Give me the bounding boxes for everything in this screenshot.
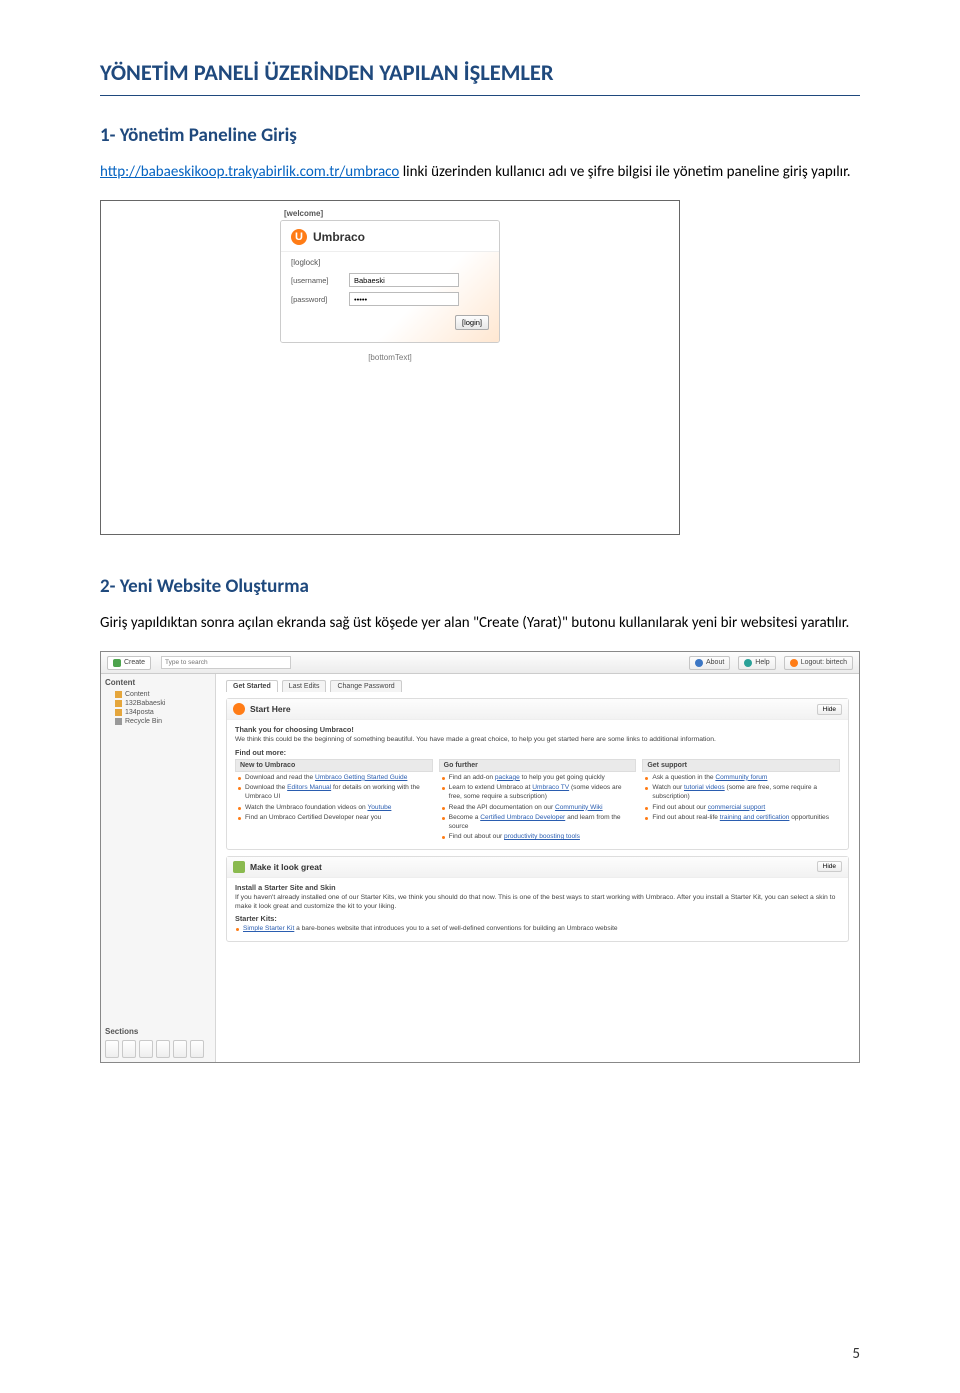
list-item: Simple Starter Kit a bare-bones website … bbox=[235, 925, 840, 934]
login-button[interactable]: [login] bbox=[455, 315, 489, 330]
section-2-heading: 2- Yeni Website Oluşturma bbox=[100, 575, 860, 598]
thank-you-text: We think this could be the beginning of … bbox=[235, 736, 840, 745]
bin-icon bbox=[115, 718, 122, 725]
password-input[interactable] bbox=[349, 292, 459, 306]
hide-button[interactable]: Hide bbox=[817, 861, 842, 872]
section-icon[interactable] bbox=[173, 1040, 187, 1058]
username-input[interactable] bbox=[349, 273, 459, 287]
list-item: Download the Editors Manual for details … bbox=[237, 784, 431, 801]
start-here-panel: Start Here Hide Thank you for choosing U… bbox=[226, 698, 849, 850]
folder-icon bbox=[115, 691, 122, 698]
panel-url-link[interactable]: http://babaeskikoop.trakyabirlik.com.tr/… bbox=[100, 163, 399, 181]
col-go-further: Go further Find an add-on package to hel… bbox=[439, 759, 637, 844]
section-1-heading: 1- Yönetim Paneline Giriş bbox=[100, 124, 860, 147]
tab-get-started[interactable]: Get Started bbox=[226, 680, 278, 692]
login-card: U Umbraco [loglock] [username] [password… bbox=[280, 220, 500, 343]
list-item: Find out about our productivity boosting… bbox=[441, 833, 635, 842]
login-loglock: [loglock] bbox=[291, 258, 489, 267]
document-page: YÖNETİM PANELİ ÜZERİNDEN YAPILAN İŞLEMLE… bbox=[0, 0, 960, 1393]
section-1-rest: linki üzerinden kullanıcı adı ve şifre b… bbox=[399, 163, 850, 181]
list-item: Learn to extend Umbraco at Umbraco TV (s… bbox=[441, 784, 635, 801]
col-get-support: Get support Ask a question in the Commun… bbox=[642, 759, 840, 844]
col-heading: Get support bbox=[642, 759, 840, 772]
search-container bbox=[161, 656, 681, 669]
panel-title: Make it look great bbox=[250, 862, 812, 872]
folder-icon bbox=[115, 700, 122, 707]
dashboard-screenshot: Create About Help Logout: birtech Conten… bbox=[100, 651, 860, 1063]
list-item: Find out about real-life training and ce… bbox=[644, 814, 838, 823]
list-item: Find out about our commercial support bbox=[644, 804, 838, 813]
find-out-more: Find out more: bbox=[235, 748, 840, 757]
logout-button[interactable]: Logout: birtech bbox=[784, 656, 853, 670]
dashboard-main: Get Started Last Edits Change Password S… bbox=[216, 674, 859, 1062]
tab-change-password[interactable]: Change Password bbox=[330, 680, 401, 692]
umbraco-brand: Umbraco bbox=[313, 230, 365, 244]
create-button[interactable]: Create bbox=[107, 656, 151, 670]
tabs: Get Started Last Edits Change Password bbox=[226, 680, 849, 692]
umbraco-logo-icon: U bbox=[291, 229, 307, 245]
thank-you-heading: Thank you for choosing Umbraco! bbox=[235, 725, 840, 734]
tree-item[interactable]: 132Babaeski bbox=[105, 699, 211, 708]
tab-last-edits[interactable]: Last Edits bbox=[282, 680, 327, 692]
help-icon bbox=[744, 659, 752, 667]
section-icon[interactable] bbox=[139, 1040, 153, 1058]
section-icon[interactable] bbox=[156, 1040, 170, 1058]
col-heading: New to Umbraco bbox=[235, 759, 433, 772]
list-item: Download and read the Umbraco Getting St… bbox=[237, 774, 431, 783]
panel-title: Start Here bbox=[250, 704, 812, 714]
section-1-paragraph: http://babaeskikoop.trakyabirlik.com.tr/… bbox=[100, 159, 860, 186]
help-button[interactable]: Help bbox=[738, 656, 775, 670]
about-icon bbox=[695, 659, 703, 667]
list-item: Find an add-on package to help you get g… bbox=[441, 774, 635, 783]
tree-root[interactable]: Content bbox=[105, 690, 211, 699]
umbraco-icon bbox=[233, 703, 245, 715]
username-label: [username] bbox=[291, 276, 345, 285]
logout-icon bbox=[790, 659, 798, 667]
dashboard-toolbar: Create About Help Logout: birtech bbox=[101, 652, 859, 674]
document-title: YÖNETİM PANELİ ÜZERİNDEN YAPILAN İŞLEMLE… bbox=[100, 60, 860, 96]
content-tree: Content 132Babaeski 134posta Recycle Bin bbox=[105, 690, 211, 1023]
section-icon[interactable] bbox=[122, 1040, 136, 1058]
sidebar-sections: Sections bbox=[105, 1023, 211, 1058]
section-2-paragraph: Giriş yapıldıktan sonra açılan ekranda s… bbox=[100, 610, 860, 637]
make-it-look-great-panel: Make it look great Hide Install a Starte… bbox=[226, 856, 849, 942]
folder-icon bbox=[115, 709, 122, 716]
col-new-to-umbraco: New to Umbraco Download and read the Umb… bbox=[235, 759, 433, 844]
search-input[interactable] bbox=[161, 656, 291, 669]
tree-recycle-bin[interactable]: Recycle Bin bbox=[105, 717, 211, 726]
starter-kits-heading: Starter Kits: bbox=[235, 914, 840, 923]
list-item: Watch our tutorial videos (some are free… bbox=[644, 784, 838, 801]
list-item: Become a Certified Umbraco Developer and… bbox=[441, 814, 635, 831]
login-header: U Umbraco bbox=[281, 221, 499, 252]
tree-item[interactable]: 134posta bbox=[105, 708, 211, 717]
login-bottom-text: [bottomText] bbox=[280, 353, 500, 362]
list-item: Read the API documentation on our Commun… bbox=[441, 804, 635, 813]
install-starter-text: If you haven't already installed one of … bbox=[235, 894, 840, 912]
install-starter-heading: Install a Starter Site and Skin bbox=[235, 883, 840, 892]
sections-heading: Sections bbox=[105, 1027, 211, 1036]
password-label: [password] bbox=[291, 295, 345, 304]
col-heading: Go further bbox=[439, 759, 637, 772]
about-button[interactable]: About bbox=[689, 656, 730, 670]
login-screenshot: [welcome] U Umbraco [loglock] [username]… bbox=[100, 200, 680, 535]
sidebar: Content Content 132Babaeski 134posta Rec… bbox=[101, 674, 216, 1062]
plus-icon bbox=[113, 659, 121, 667]
section-icon[interactable] bbox=[105, 1040, 119, 1058]
section-icon[interactable] bbox=[190, 1040, 204, 1058]
hide-button[interactable]: Hide bbox=[817, 704, 842, 715]
list-item: Watch the Umbraco foundation videos on Y… bbox=[237, 804, 431, 813]
page-number: 5 bbox=[852, 1345, 860, 1363]
list-item: Ask a question in the Community forum bbox=[644, 774, 838, 783]
create-label: Create bbox=[124, 659, 145, 666]
sidebar-section-heading: Content bbox=[105, 678, 211, 687]
list-item: Find an Umbraco Certified Developer near… bbox=[237, 814, 431, 823]
palette-icon bbox=[233, 861, 245, 873]
login-welcome: [welcome] bbox=[284, 209, 500, 218]
